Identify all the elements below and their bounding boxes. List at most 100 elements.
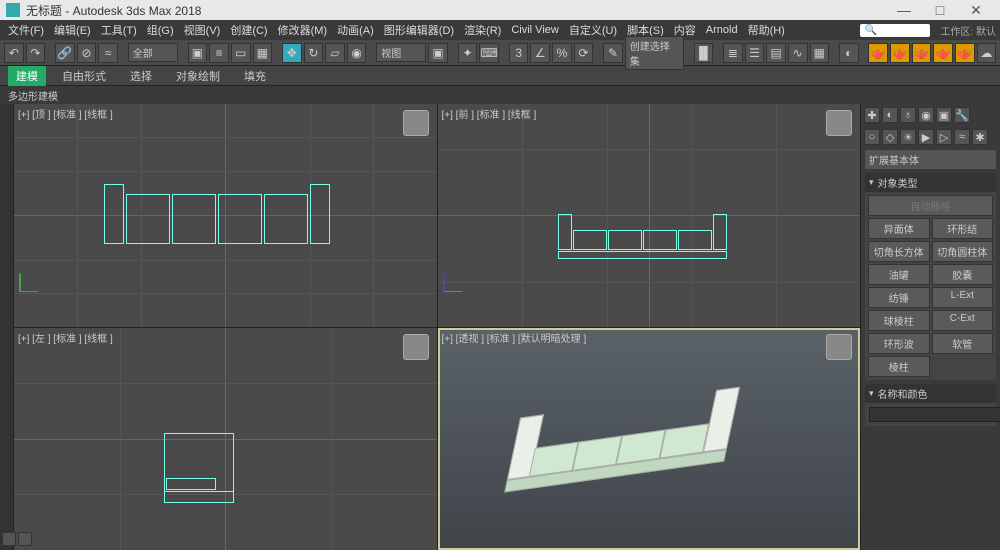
viewport-top-label[interactable]: [+] [顶 ] [标准 ] [线框 ] [18,106,113,121]
schematic-view-button[interactable]: ▦ [810,43,830,63]
display-tab-icon[interactable]: ▣ [936,107,952,123]
viewport-left[interactable]: [+] [左 ] [标准 ] [线框 ] [14,328,437,550]
viewport-persp-label[interactable]: [+] [透视 ] [标准 ] [默认明暗处理 ] [442,330,587,345]
menu-group[interactable]: 组(G) [143,20,178,40]
geometry-category-dropdown[interactable]: 扩展基本体 [865,150,996,169]
keyboard-shortcut-button[interactable]: ⌨ [479,43,499,63]
menu-customize[interactable]: 自定义(U) [565,20,621,40]
edit-selset-button[interactable]: ✎ [603,43,623,63]
material-editor-button[interactable]: ◐ [839,43,859,63]
mirror-button[interactable]: ▐▌ [694,43,714,63]
hose-button[interactable]: 软管 [932,333,994,354]
layer-explorer-button[interactable]: ☰ [745,43,765,63]
menu-civilview[interactable]: Civil View [507,22,562,38]
modify-tab-icon[interactable]: ◐ [882,107,898,123]
menu-edit[interactable]: 编辑(E) [50,20,95,40]
menu-view[interactable]: 视图(V) [180,20,225,40]
unlink-button[interactable]: ⊘ [77,43,97,63]
cext-button[interactable]: C-Ext [932,310,994,331]
menu-modifiers[interactable]: 修改器(M) [274,20,332,40]
geometry-icon[interactable]: ○ [864,129,880,145]
hedron-button[interactable]: 异面体 [868,218,930,239]
align-button[interactable]: ≣ [723,43,743,63]
render-activeshade-button[interactable]: 🫖 [955,43,975,63]
menu-grapheditors[interactable]: 图形编辑器(D) [380,20,458,40]
menu-arnold[interactable]: Arnold [702,22,742,38]
scene-explorer-strip[interactable] [0,104,14,550]
lights-icon[interactable]: ☀ [900,129,916,145]
minimize-button[interactable]: — [886,2,922,18]
menu-animation[interactable]: 动画(A) [333,20,378,40]
render-online-button[interactable]: ☁ [977,43,997,63]
link-button[interactable]: 🔗 [55,43,75,63]
bind-button[interactable]: ≈ [98,43,118,63]
rendered-frame-button[interactable]: 🫖 [890,43,910,63]
shapes-icon[interactable]: ◇ [882,129,898,145]
name-color-rollout-header[interactable]: 名称和颜色 [865,384,996,403]
torusknot-button[interactable]: 环形结 [932,218,994,239]
tab-modeling[interactable]: 建模 [8,66,46,86]
window-crossing-button[interactable]: ▦ [253,43,273,63]
hierarchy-tab-icon[interactable]: ♁ [900,107,916,123]
menu-create[interactable]: 创建(C) [226,20,271,40]
move-button[interactable]: ✥ [282,43,302,63]
viewcube-icon[interactable] [826,334,852,360]
render-setup-button[interactable]: 🫖 [868,43,888,63]
helpers-icon[interactable]: ▷ [936,129,952,145]
angle-snap-button[interactable]: ∠ [530,43,550,63]
gengon-button[interactable]: 球棱柱 [868,310,930,331]
pivot-button[interactable]: ▣ [428,43,448,63]
workspace-label[interactable]: 工作区: 默认 [940,23,996,38]
scale-button[interactable]: ▱ [325,43,345,63]
tab-objectpaint[interactable]: 对象绘制 [168,66,228,86]
object-type-rollout-header[interactable]: 对象类型 [865,173,996,192]
tab-selection[interactable]: 选择 [122,66,160,86]
refcoord-dropdown[interactable]: 视图 [376,43,426,62]
oiltank-button[interactable]: 油罐 [868,264,930,285]
spacewarps-icon[interactable]: ≈ [954,129,970,145]
capsule-button[interactable]: 胶囊 [932,264,994,285]
create-tab-icon[interactable]: ✚ [864,107,880,123]
motion-tab-icon[interactable]: ◉ [918,107,934,123]
rotate-button[interactable]: ↻ [304,43,324,63]
prism-button[interactable]: 棱柱 [868,356,930,377]
menu-file[interactable]: 文件(F) [4,20,48,40]
toggle-ribbon-button[interactable]: ▤ [766,43,786,63]
object-name-input[interactable] [869,407,1000,422]
menu-render[interactable]: 渲染(R) [460,20,505,40]
named-selset-dropdown[interactable]: 创建选择集 [625,36,684,70]
tab-freeform[interactable]: 自由形式 [54,66,114,86]
lext-button[interactable]: L-Ext [932,287,994,308]
spinner-snap-button[interactable]: ⟳ [574,43,594,63]
select-region-button[interactable]: ▭ [231,43,251,63]
selection-filter-dropdown[interactable]: 全部 [128,43,178,62]
menu-tools[interactable]: 工具(T) [97,20,141,40]
snap-toggle-button[interactable]: 3 [509,43,529,63]
undo-button[interactable]: ↶ [4,43,24,63]
viewport-top[interactable]: [+] [顶 ] [标准 ] [线框 ] [14,104,437,327]
close-button[interactable]: ✕ [958,2,994,19]
menu-help[interactable]: 帮助(H) [744,20,789,40]
search-input[interactable]: 🔍 [860,24,930,37]
spindle-button[interactable]: 纺锤 [868,287,930,308]
chamfercyl-button[interactable]: 切角圆柱体 [932,241,994,262]
percent-snap-button[interactable]: % [552,43,572,63]
redo-button[interactable]: ↷ [26,43,46,63]
select-by-name-button[interactable]: ≡ [209,43,229,63]
viewport-left-label[interactable]: [+] [左 ] [标准 ] [线框 ] [18,330,113,345]
chamferbox-button[interactable]: 切角长方体 [868,241,930,262]
autogrid-checkbox[interactable]: 自动栅格 [868,195,993,216]
status-toggle-button[interactable] [18,532,32,546]
select-manipulate-button[interactable]: ✦ [458,43,478,63]
viewport-front[interactable]: [+] [前 ] [标准 ] [线框 ] [438,104,861,327]
cameras-icon[interactable]: ▶ [918,129,934,145]
select-object-button[interactable]: ▣ [188,43,208,63]
curve-editor-button[interactable]: ∿ [788,43,808,63]
viewport-perspective[interactable]: [+] [透视 ] [标准 ] [默认明暗处理 ] [438,328,861,550]
maximize-button[interactable]: □ [922,2,958,18]
render-production-button[interactable]: 🫖 [912,43,932,63]
tab-populate[interactable]: 填充 [236,66,274,86]
viewport-front-label[interactable]: [+] [前 ] [标准 ] [线框 ] [442,106,537,121]
render-iterative-button[interactable]: 🫖 [933,43,953,63]
maxscript-listener-button[interactable] [2,532,16,546]
